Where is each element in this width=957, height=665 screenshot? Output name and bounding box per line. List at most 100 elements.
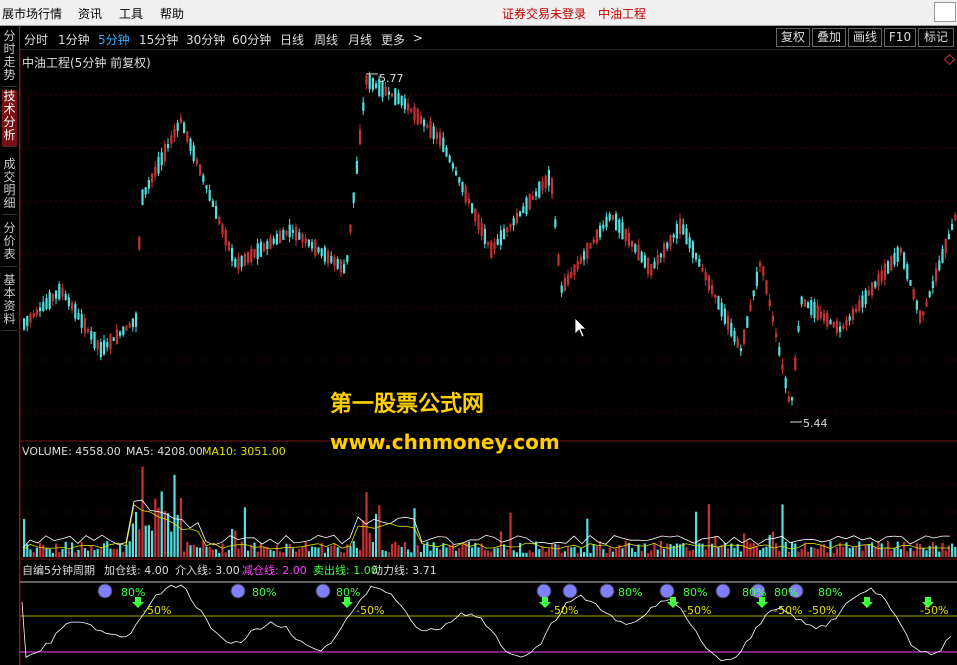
candle-body (922, 311, 925, 316)
candle-body (608, 213, 611, 221)
candle-body (307, 239, 310, 247)
volume-bar (890, 550, 893, 557)
candle-body (925, 301, 928, 307)
candle-body (835, 320, 838, 333)
jieru-line-label: 介入线: 3.00 (175, 564, 240, 577)
volume-bar (589, 552, 592, 557)
candle-body (45, 298, 48, 309)
candle-body (611, 214, 614, 220)
indicator-name: 自编5分钟周期 (22, 564, 95, 577)
candle-body (829, 319, 832, 325)
candle-body (595, 229, 598, 244)
candle-body (467, 198, 470, 204)
volume-bar (746, 541, 749, 557)
volume-bar (467, 541, 470, 557)
candle-body (733, 330, 736, 342)
volume-bar (909, 547, 912, 557)
candle-body (727, 316, 730, 330)
volume-bar (349, 546, 352, 557)
volume-bar (637, 544, 640, 557)
volume-bar (560, 552, 563, 557)
volume-bar (778, 551, 781, 557)
candle-body (224, 229, 227, 246)
candle-body (144, 187, 147, 195)
volume-bar (138, 529, 141, 557)
volume-bar (695, 511, 698, 557)
volume-bar (403, 542, 406, 557)
volume-bar (359, 549, 362, 557)
candle-body (170, 135, 173, 144)
candle-body (861, 295, 864, 308)
volume-bar (295, 551, 298, 557)
volume-bar (944, 550, 947, 557)
high-price-label: 5.77 (379, 72, 404, 85)
volume-bar (899, 549, 902, 557)
volume-bar (301, 547, 304, 557)
candle-body (119, 331, 122, 336)
volume-bar (163, 510, 166, 557)
candle-body (365, 75, 368, 85)
candle-body (752, 290, 755, 297)
volume-bar (851, 547, 854, 557)
candle-body (128, 323, 131, 328)
volume-bar (807, 551, 810, 557)
volume-bar (176, 514, 179, 557)
candle-body (528, 194, 531, 210)
volume-bar (272, 550, 275, 557)
candle-body (253, 249, 256, 258)
volume-bar (355, 547, 358, 557)
volume-bar (855, 546, 858, 557)
volume-bar (954, 546, 957, 557)
volume-bar (275, 545, 278, 557)
volume-bar (864, 545, 867, 557)
volume-bar (800, 548, 803, 557)
candle-body (173, 128, 176, 138)
candle-body (301, 234, 304, 243)
candle-body (282, 230, 285, 240)
volume-bar (109, 548, 112, 557)
candle-body (429, 121, 432, 138)
candle-body (634, 244, 637, 253)
volume-bar (528, 550, 531, 557)
signal-minus50-label: -50% (143, 604, 171, 617)
volume-bar (515, 552, 518, 557)
volume-bar (202, 541, 205, 557)
candle-body (912, 288, 915, 300)
candle-body (71, 302, 74, 311)
candle-body (759, 262, 762, 267)
volume-bar (570, 547, 573, 557)
candle-body (899, 247, 902, 253)
candle-body (714, 294, 717, 298)
signal-80-label: 80% (683, 586, 707, 599)
volume-bar (842, 546, 845, 557)
candle-body (288, 224, 291, 238)
candle-body (512, 218, 515, 226)
candle-body (199, 164, 202, 176)
volume-bar (816, 548, 819, 557)
candle-body (877, 274, 880, 287)
candle-body (711, 285, 714, 295)
volume-bar (931, 542, 934, 557)
candle-body (160, 152, 163, 166)
candle-body (176, 122, 179, 131)
candle-body (275, 233, 278, 245)
candle-body (538, 181, 541, 198)
volume-bar (208, 547, 211, 557)
volume-bar (83, 548, 86, 557)
candle-body (583, 251, 586, 260)
candle-body (403, 98, 406, 110)
candle-body (221, 224, 224, 235)
candle-body (723, 308, 726, 324)
candle-body (51, 293, 54, 302)
candle-body (135, 313, 138, 327)
volume-bar (896, 541, 899, 557)
volume-bar (461, 542, 464, 557)
volume-bar (634, 551, 637, 557)
volume-bar (32, 552, 35, 557)
volume-bar (547, 548, 550, 557)
candle-body (887, 261, 890, 274)
candle-body (762, 266, 765, 276)
volume-bar (861, 550, 864, 557)
candle-body (311, 241, 314, 249)
volume-bar (880, 543, 883, 557)
